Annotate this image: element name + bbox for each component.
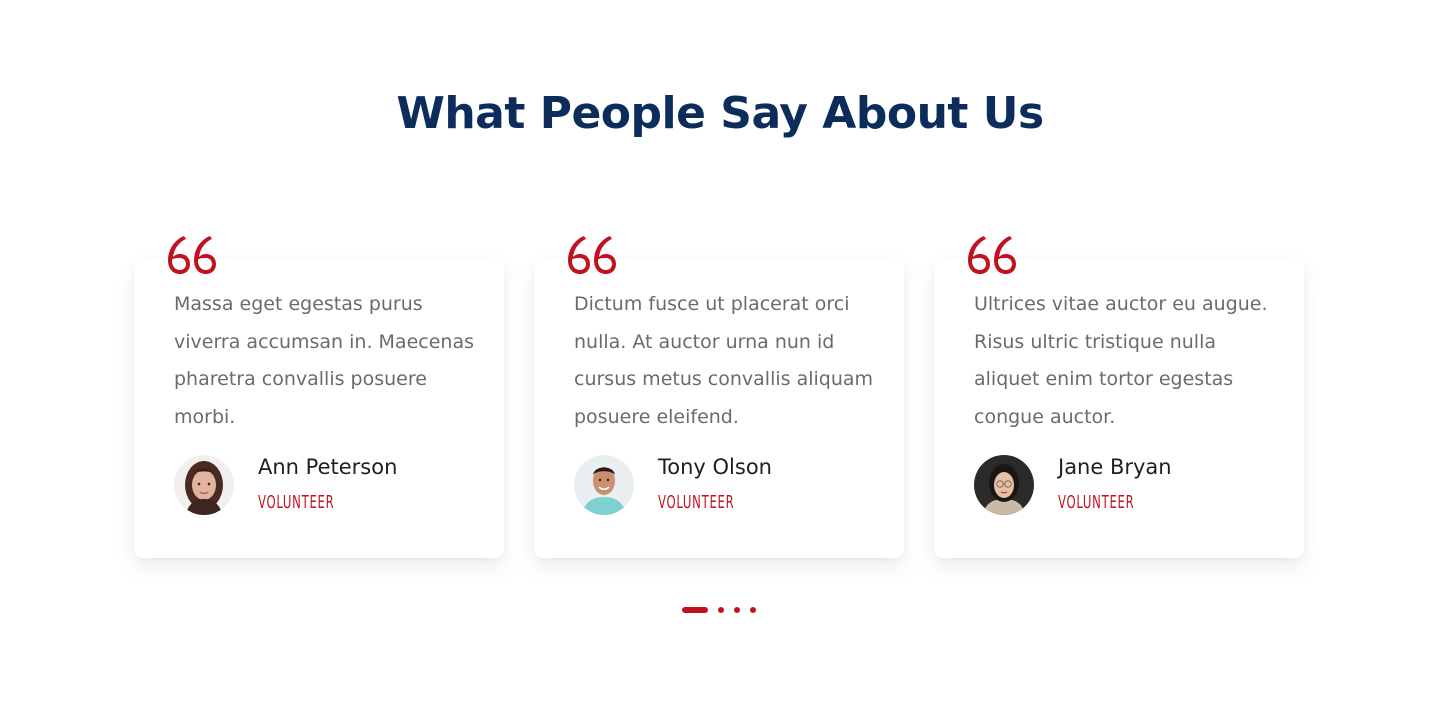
testimonial-carousel[interactable]: Massa eget egestas purus viverra accumsa… bbox=[134, 236, 1304, 558]
pager-dot[interactable] bbox=[718, 607, 724, 613]
person-name: Ann Peterson bbox=[258, 455, 398, 479]
testimonial-text: Massa eget egestas purus viverra accumsa… bbox=[174, 293, 474, 428]
quote-icon bbox=[962, 230, 1018, 278]
avatar bbox=[974, 455, 1034, 515]
carousel-pager bbox=[682, 606, 756, 614]
person-name: Tony Olson bbox=[658, 455, 772, 479]
person-name: Jane Bryan bbox=[1058, 455, 1172, 479]
person-role: VOLUNTEER bbox=[258, 492, 335, 513]
quote-icon bbox=[162, 230, 218, 278]
testimonial-card: Dictum fusce ut placerat orci nulla. At … bbox=[534, 236, 904, 558]
pager-dot[interactable] bbox=[734, 607, 740, 613]
testimonial-card: Ultrices vitae auctor eu augue. Risus ul… bbox=[934, 236, 1304, 558]
avatar bbox=[574, 455, 634, 515]
testimonials-section: What People Say About Us Massa eget eges… bbox=[0, 0, 1440, 719]
person-role: VOLUNTEER bbox=[1058, 492, 1135, 513]
section-title: What People Say About Us bbox=[396, 88, 1044, 139]
pager-dot-active[interactable] bbox=[682, 607, 708, 613]
quote-icon bbox=[562, 230, 618, 278]
pager-dot[interactable] bbox=[750, 607, 756, 613]
testimonial-text: Dictum fusce ut placerat orci nulla. At … bbox=[574, 293, 874, 428]
avatar bbox=[174, 455, 234, 515]
person-role: VOLUNTEER bbox=[658, 492, 735, 513]
testimonial-card: Massa eget egestas purus viverra accumsa… bbox=[134, 236, 504, 558]
testimonial-text: Ultrices vitae auctor eu augue. Risus ul… bbox=[974, 293, 1268, 428]
